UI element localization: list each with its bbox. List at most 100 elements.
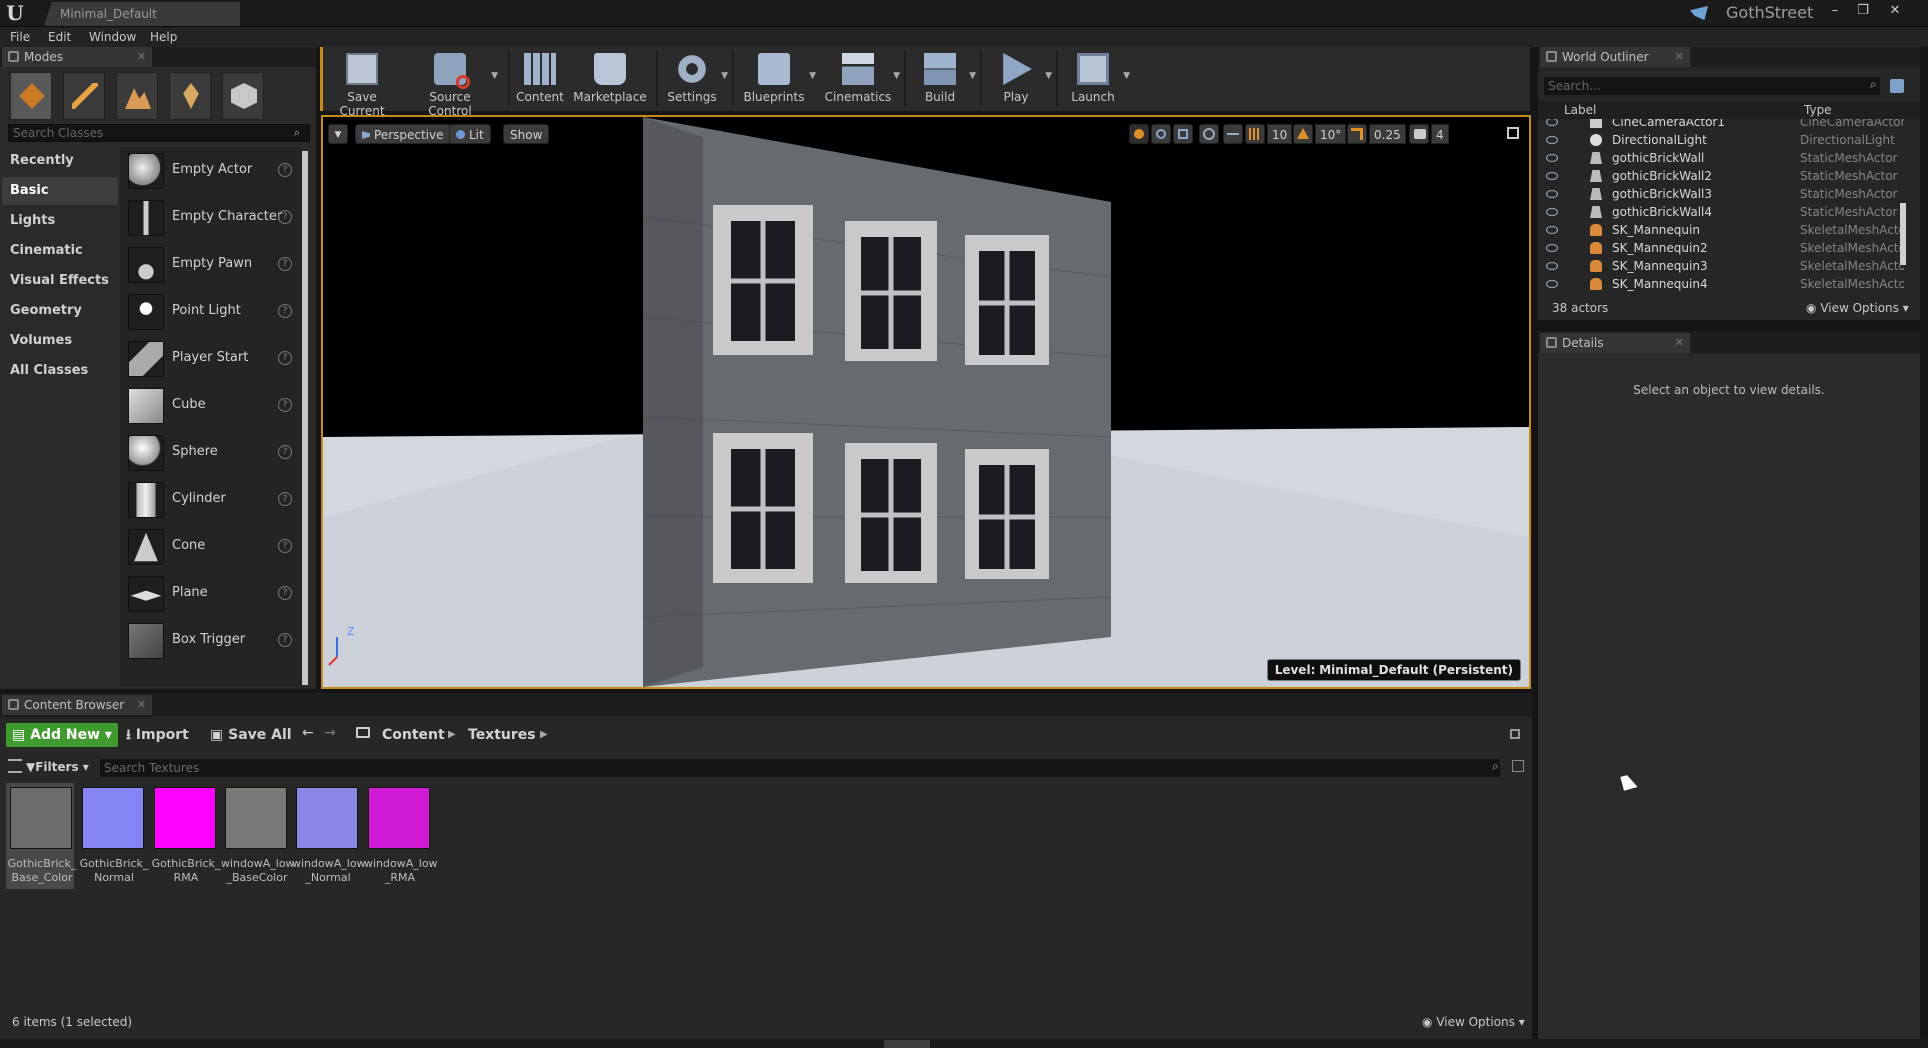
visibility-eye-icon[interactable] xyxy=(1546,262,1558,270)
outliner-search-input[interactable]: Search... xyxy=(1544,77,1880,95)
save-current-button[interactable]: Save Current xyxy=(324,47,400,118)
asset-tile[interactable]: GothicBrick_ Base_Color xyxy=(6,783,76,889)
column-type-header[interactable]: Type xyxy=(1804,103,1832,117)
close-tab-icon[interactable]: ✕ xyxy=(137,47,146,67)
asset-tile[interactable]: windowA_low _BaseColor xyxy=(221,783,295,889)
dropdown-arrow-icon[interactable]: ▼ xyxy=(893,71,900,81)
modes-scrollbar[interactable] xyxy=(302,151,308,685)
search-classes-input[interactable]: Search Classes xyxy=(8,124,310,142)
launch-button[interactable]: Launch ▼ xyxy=(1060,47,1130,111)
save-search-icon[interactable] xyxy=(1512,760,1524,772)
perspective-button[interactable]: Perspective xyxy=(355,124,451,144)
help-icon[interactable]: ? xyxy=(278,257,292,271)
breadcrumb-separator-icon[interactable]: ▶ xyxy=(540,723,548,747)
visibility-eye-icon[interactable] xyxy=(1546,136,1558,144)
table-row[interactable]: DirectionalLight DirectionalLight xyxy=(1538,131,1908,149)
table-row[interactable]: gothicBrickWall3 StaticMeshActor xyxy=(1538,185,1908,203)
visibility-eye-icon[interactable] xyxy=(1546,226,1558,234)
geometry-mode-button[interactable] xyxy=(222,72,264,120)
list-item[interactable]: Sphere? xyxy=(124,429,298,475)
level-viewport[interactable]: Z ▼ Perspective Lit Show 10 10° 0.25 4 L… xyxy=(321,115,1531,689)
table-row[interactable]: gothicBrickWall2 StaticMeshActor xyxy=(1538,167,1908,185)
content-button[interactable]: Content xyxy=(512,47,568,111)
table-row[interactable]: SK_Mannequin3 SkeletalMeshActo xyxy=(1538,257,1908,275)
folder-icon[interactable] xyxy=(356,727,370,738)
visibility-eye-icon[interactable] xyxy=(1546,172,1558,180)
table-row[interactable]: SK_Mannequin2 SkeletalMeshActo xyxy=(1538,239,1908,257)
help-icon[interactable]: ? xyxy=(278,304,292,318)
outliner-scrollbar[interactable] xyxy=(1900,203,1906,265)
camera-speed-value[interactable]: 4 xyxy=(1431,124,1449,144)
tab-modes[interactable]: Modes ✕ xyxy=(2,47,152,67)
asset-tile[interactable]: GothicBrick_ Normal xyxy=(78,783,148,889)
rotation-snap-value[interactable]: 10° xyxy=(1315,124,1347,144)
list-item[interactable]: Empty Character? xyxy=(124,194,298,240)
sources-toggle-icon[interactable] xyxy=(8,759,22,773)
scale-snap-value[interactable]: 0.25 xyxy=(1369,124,1406,144)
foliage-mode-button[interactable] xyxy=(169,72,211,120)
visibility-eye-icon[interactable] xyxy=(1546,190,1558,198)
forward-arrow-icon[interactable]: → xyxy=(324,725,336,741)
add-new-button[interactable]: ▤ Add New ▾ xyxy=(6,723,118,747)
tab-content-browser[interactable]: Content Browser ✕ xyxy=(2,695,152,715)
world-space-icon[interactable] xyxy=(1199,124,1219,144)
category-volumes[interactable]: Volumes xyxy=(2,327,118,355)
dropdown-arrow-icon[interactable]: ▼ xyxy=(721,71,728,81)
marketplace-button[interactable]: Marketplace xyxy=(570,47,650,111)
help-icon[interactable]: ? xyxy=(278,398,292,412)
dropdown-arrow-icon[interactable]: ▼ xyxy=(491,71,498,81)
visibility-eye-icon[interactable] xyxy=(1546,119,1558,126)
landscape-mode-button[interactable] xyxy=(116,72,158,120)
bottom-scroll-thumb[interactable] xyxy=(884,1040,930,1048)
table-row[interactable]: SK_Mannequin4 SkeletalMeshActo xyxy=(1538,275,1908,293)
rotate-mode-icon[interactable] xyxy=(1151,124,1171,144)
category-geometry[interactable]: Geometry xyxy=(2,297,118,325)
dropdown-arrow-icon[interactable]: ▼ xyxy=(969,71,976,81)
close-tab-icon[interactable]: ✕ xyxy=(1675,47,1684,67)
settings-button[interactable]: Settings ▼ xyxy=(660,47,728,111)
show-button[interactable]: Show xyxy=(503,124,550,144)
tab-world-outliner[interactable]: World Outliner ✕ xyxy=(1540,47,1690,67)
close-tab-icon[interactable]: ✕ xyxy=(137,695,146,715)
scale-snap-icon[interactable] xyxy=(1347,124,1367,144)
category-recently-placed[interactable]: Recently Placed xyxy=(2,147,118,196)
asset-tile[interactable]: GothicBrick_ RMA xyxy=(150,783,220,889)
category-all-classes[interactable]: All Classes xyxy=(2,357,118,385)
minimize-icon[interactable]: – xyxy=(1824,2,1846,20)
list-item[interactable]: Plane? xyxy=(124,570,298,616)
table-row[interactable]: gothicBrickWall4 StaticMeshActor xyxy=(1538,203,1908,221)
translate-mode-icon[interactable] xyxy=(1129,124,1149,144)
visibility-eye-icon[interactable] xyxy=(1546,154,1558,162)
grid-snap-icon[interactable] xyxy=(1245,124,1265,144)
viewport-options-button[interactable]: ▼ xyxy=(328,124,348,144)
list-item[interactable]: Cylinder? xyxy=(124,476,298,522)
view-options-button[interactable]: ◉ View Options ▾ xyxy=(1422,1015,1525,1029)
close-tab-icon[interactable]: ✕ xyxy=(1675,333,1684,353)
category-visual-effects[interactable]: Visual Effects xyxy=(2,267,118,295)
dropdown-arrow-icon[interactable]: ▼ xyxy=(1123,71,1130,81)
save-all-button[interactable]: ▣ Save All xyxy=(204,723,298,747)
list-item[interactable]: Point Light? xyxy=(124,288,298,334)
outliner-view-options-button[interactable]: ◉ View Options ▾ xyxy=(1806,301,1909,315)
play-button[interactable]: Play ▼ xyxy=(984,47,1052,111)
help-icon[interactable]: ? xyxy=(278,163,292,177)
dropdown-arrow-icon[interactable]: ▼ xyxy=(1045,71,1052,81)
menu-edit[interactable]: Edit xyxy=(38,27,81,47)
place-mode-button[interactable] xyxy=(10,72,52,120)
blueprints-button[interactable]: Blueprints ▼ xyxy=(736,47,816,111)
list-item[interactable]: Cone? xyxy=(124,523,298,569)
asset-tile[interactable]: windowA_low _Normal xyxy=(292,783,366,889)
category-lights[interactable]: Lights xyxy=(2,207,118,235)
help-icon[interactable]: ? xyxy=(278,633,292,647)
maximize-viewport-icon[interactable] xyxy=(1507,127,1519,139)
help-icon[interactable]: ? xyxy=(278,445,292,459)
import-button[interactable]: ⭳ Import xyxy=(120,723,195,747)
breadcrumb-content[interactable]: Content xyxy=(382,723,445,747)
table-row[interactable]: SK_Mannequin SkeletalMeshActo xyxy=(1538,221,1908,239)
filters-button[interactable]: ▼Filters ▾ xyxy=(26,757,89,777)
back-arrow-icon[interactable]: ← xyxy=(302,725,314,741)
paint-mode-button[interactable] xyxy=(63,72,105,120)
list-item[interactable]: Empty Actor? xyxy=(124,147,298,193)
category-basic[interactable]: Basic xyxy=(2,177,118,205)
help-icon[interactable]: ? xyxy=(278,539,292,553)
